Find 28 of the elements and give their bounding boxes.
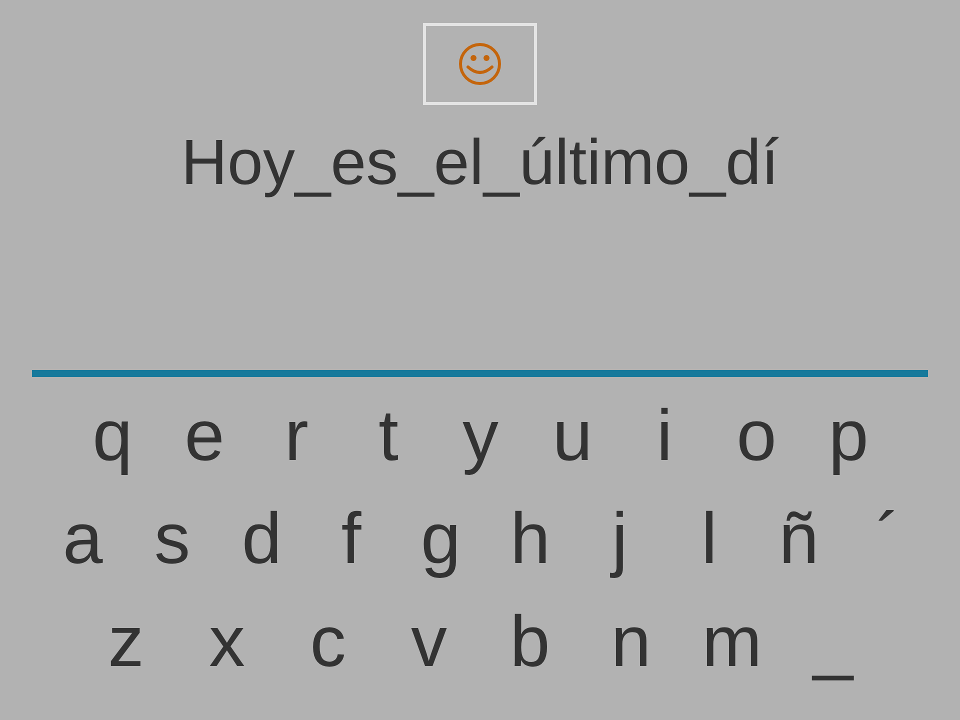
smiley-icon xyxy=(458,42,502,86)
letter-key[interactable]: p xyxy=(802,385,894,488)
letter-key[interactable]: e xyxy=(158,385,250,488)
letter-key[interactable]: f xyxy=(306,488,396,591)
letter-key[interactable]: g xyxy=(396,488,486,591)
letter-key[interactable]: u xyxy=(526,385,618,488)
letter-key[interactable]: l xyxy=(664,488,754,591)
letter-key[interactable]: j xyxy=(575,488,664,591)
letter-key[interactable]: y xyxy=(434,385,526,488)
letter-key[interactable]: s xyxy=(128,488,217,591)
letter-key[interactable]: ñ xyxy=(754,488,844,591)
letter-key[interactable]: x xyxy=(176,591,278,694)
letter-key[interactable]: q xyxy=(66,385,158,488)
letter-key[interactable]: a xyxy=(38,488,128,591)
letter-key[interactable]: h xyxy=(486,488,575,591)
letter-key[interactable]: n xyxy=(580,591,682,694)
letter-key[interactable]: ´ xyxy=(844,488,933,591)
letter-key[interactable]: z xyxy=(76,591,176,694)
letter-key[interactable]: d xyxy=(217,488,306,591)
letter-key[interactable]: m xyxy=(682,591,782,694)
letter-key[interactable]: c xyxy=(278,591,378,694)
letter-key[interactable]: _ xyxy=(782,591,884,694)
letter-key[interactable]: v xyxy=(378,591,480,694)
letter-key[interactable]: i xyxy=(618,385,710,488)
letter-key[interactable]: o xyxy=(710,385,802,488)
letter-key[interactable]: r xyxy=(250,385,342,488)
letter-key[interactable]: b xyxy=(480,591,580,694)
letter-key[interactable]: t xyxy=(342,385,434,488)
